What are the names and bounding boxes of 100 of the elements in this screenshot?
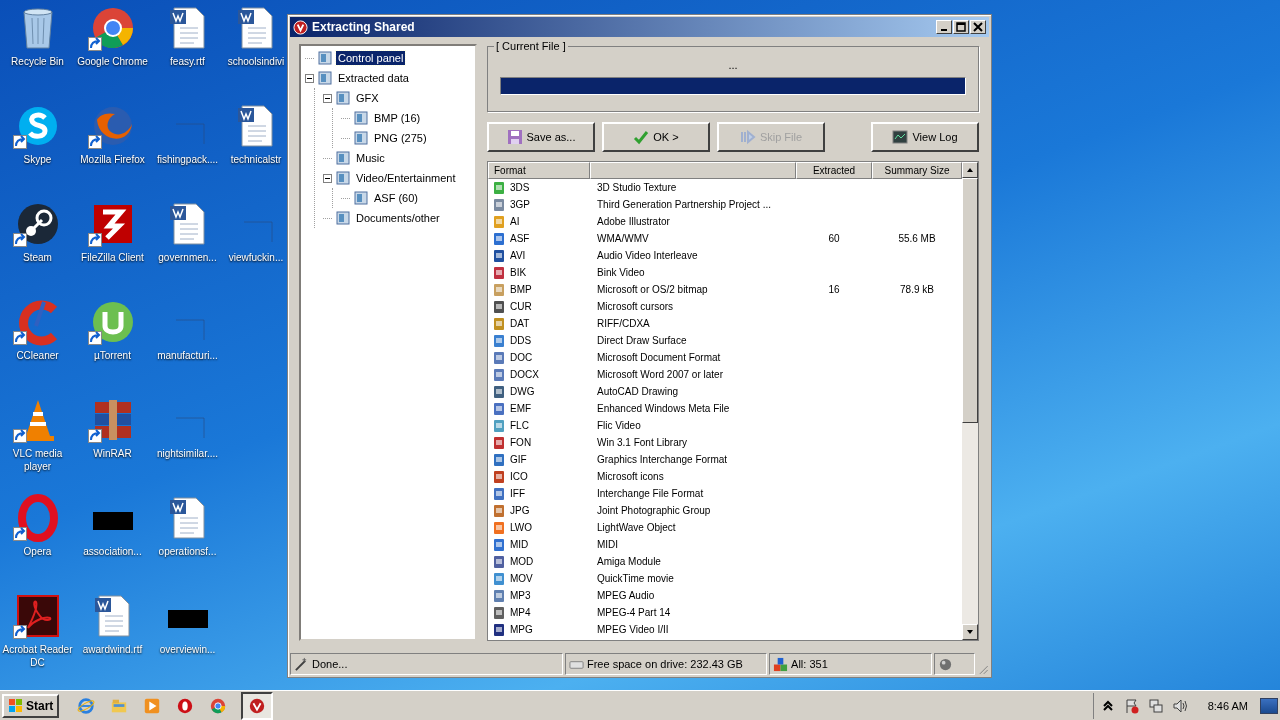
network-icon[interactable] (1147, 697, 1164, 714)
column-header[interactable] (590, 162, 796, 179)
column-header[interactable]: Summary Size (872, 162, 962, 179)
skip-icon (739, 129, 756, 145)
file-type-icon (492, 214, 506, 229)
icon-label: Acrobat Reader DC (1, 643, 74, 669)
tree-item[interactable]: Control panel (336, 51, 406, 65)
icon-label: fishingpack.... (155, 153, 220, 166)
folder-icon (335, 210, 351, 226)
table-cell-text: Bink Video (596, 267, 646, 278)
icon-label: schoolsindivi (226, 55, 286, 68)
current-file-name: ... (728, 59, 738, 73)
tree-item[interactable]: PNG (275) (372, 131, 429, 145)
close-button[interactable] (970, 20, 986, 34)
icon-label: µTorrent (93, 349, 132, 362)
table-cell-text: Flic Video (596, 420, 642, 431)
ok-button[interactable]: OK > (602, 122, 710, 152)
table-cell-text: MIDI (596, 539, 620, 550)
file-type-icon (492, 435, 506, 450)
table-cell: BIK (510, 267, 527, 278)
show-desktop-button[interactable] (1260, 697, 1278, 714)
file-type-icon (492, 486, 506, 501)
tree-item[interactable]: ASF (60) (372, 191, 420, 205)
table-cell-text: Direct Draw Surface (596, 335, 688, 346)
tree-item[interactable]: GFX (354, 91, 381, 105)
table-cell: 16 (828, 284, 840, 295)
icon-label: viewfuckin... (227, 251, 285, 264)
icon-label: Google Chrome (76, 55, 149, 68)
table-cell-text: Amiga Module (596, 556, 662, 567)
start-button[interactable]: Start (2, 693, 60, 718)
table-cell-text: Microsoft Document Format (596, 352, 722, 363)
column-header[interactable]: Format (488, 162, 590, 179)
blocks-icon (773, 656, 789, 672)
group-legend: [ Current File ] (494, 40, 568, 52)
tree-item[interactable]: Documents/other (354, 211, 442, 225)
file-type-icon (492, 299, 506, 314)
table-cell: DAT (510, 318, 530, 329)
tree-item[interactable]: Video/Entertainment (354, 171, 458, 185)
status-text: Done... (312, 658, 348, 670)
table-cell: 3DS (510, 182, 530, 193)
icon-label: operationsf... (157, 545, 218, 558)
tree-item[interactable]: Music (354, 151, 387, 165)
free-space-text: Free space on drive: 232.43 GB (586, 658, 743, 670)
table-cell: MP3 (510, 590, 531, 601)
app-icon (293, 19, 308, 35)
table-cell: FON (510, 437, 532, 448)
table-cell-text: Microsoft cursors (596, 301, 675, 312)
flag-icon[interactable] (1123, 697, 1140, 714)
file-type-icon (492, 588, 506, 603)
table-cell-text: Microsoft or OS/2 bitmap (596, 284, 709, 295)
windows-logo-icon (8, 697, 24, 714)
icon-label: nightsimilar.... (155, 447, 220, 460)
icon-label: overviewin... (158, 643, 217, 656)
table-cell: LWO (510, 522, 533, 533)
save-button[interactable]: Save as... (487, 122, 595, 152)
table-cell: MID (510, 539, 529, 550)
scroll-down-icon[interactable] (966, 628, 974, 636)
clock[interactable]: 8:46 AM (1207, 699, 1248, 712)
maximize-button[interactable] (953, 20, 969, 34)
column-header[interactable]: Extracted (796, 162, 872, 179)
browser-icon[interactable] (77, 696, 96, 715)
volume-icon[interactable] (1171, 697, 1188, 714)
table-cell-text: AutoCAD Drawing (596, 386, 680, 397)
file-type-icon (492, 248, 506, 263)
folder-icon (353, 110, 369, 126)
tree-item[interactable]: BMP (16) (372, 111, 423, 125)
maximize-icon (956, 22, 966, 32)
icon-label: Mozilla Firefox (79, 153, 146, 166)
table-cell-text: Win 3.1 Font Library (596, 437, 689, 448)
table-cell-text: Microsoft Word 2007 or later (596, 369, 724, 380)
scroll-up-icon[interactable] (966, 166, 974, 174)
table-cell-text: WMA/WMV (596, 233, 650, 244)
table-cell: MOD (510, 556, 534, 567)
file-type-icon (492, 350, 506, 365)
file-type-icon (492, 367, 506, 382)
log-button[interactable]: View Log (871, 122, 979, 152)
extractor-icon[interactable] (248, 696, 267, 715)
table-cell-text: MPEG Video I/II (596, 624, 670, 635)
icon-label: technicalstr (229, 153, 283, 166)
icon-label: association... (82, 545, 143, 558)
resize-grip[interactable] (977, 663, 989, 675)
file-type-icon (492, 265, 506, 280)
minimize-button[interactable] (936, 20, 952, 34)
table-cell: DDS (510, 335, 532, 346)
table-cell-text: Microsoft icons (596, 471, 665, 482)
icon-label: manufacturi... (156, 349, 219, 362)
tree-item[interactable]: Extracted data (336, 71, 411, 85)
opera-icon[interactable] (176, 696, 195, 715)
table-cell: CUR (510, 301, 532, 312)
table-cell: BMP (510, 284, 532, 295)
collapse-toggle[interactable] (323, 173, 332, 183)
chrome-icon[interactable] (209, 696, 228, 715)
table-cell: 55.6 MB (898, 233, 936, 244)
table-cell: MPG (510, 624, 533, 635)
file-type-icon (492, 180, 506, 195)
collapse-toggle[interactable] (305, 73, 314, 83)
scrollbar[interactable] (962, 162, 978, 640)
table-cell: 3GP (510, 199, 530, 210)
collapse-toggle[interactable] (323, 93, 332, 103)
table-cell-text: Third Generation Partnership Project ... (596, 199, 772, 210)
